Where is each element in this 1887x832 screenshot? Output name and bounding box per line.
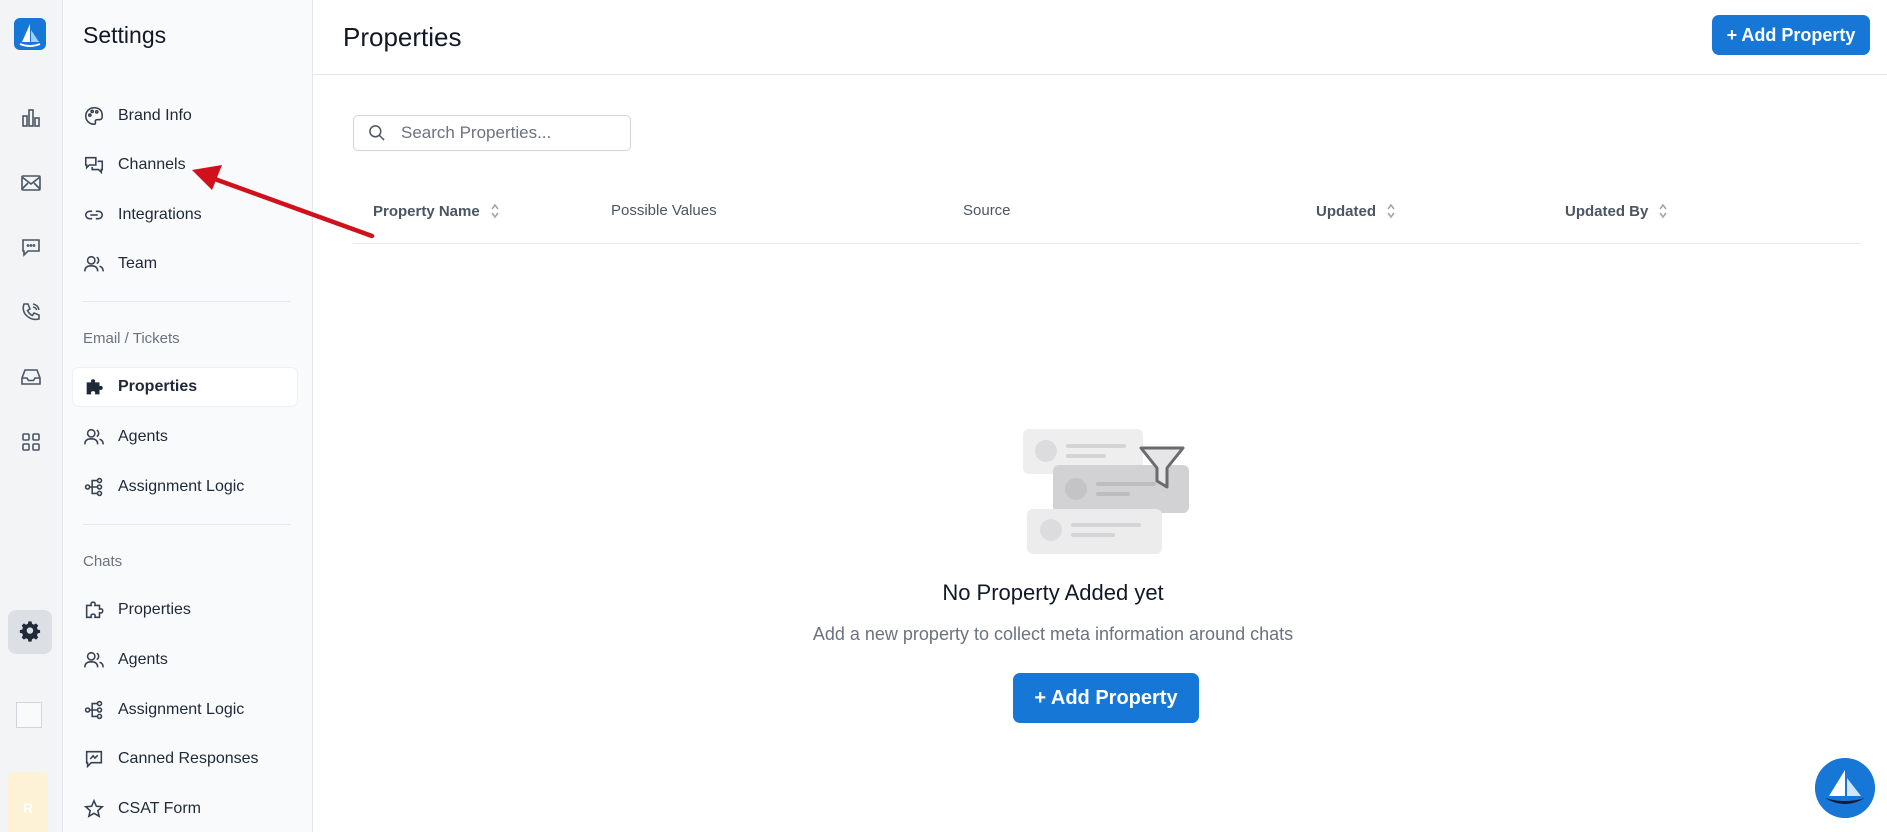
column-label: Property Name: [373, 202, 480, 220]
analytics-icon[interactable]: [16, 103, 46, 133]
sidebar-item-channels[interactable]: Channels: [73, 146, 297, 184]
column-header-possible-values: Possible Values: [611, 202, 717, 219]
phone-icon[interactable]: [16, 297, 46, 327]
app-logo-icon[interactable]: [14, 18, 46, 50]
palette-icon: [85, 106, 104, 126]
flow-icon: [84, 477, 103, 497]
sidebar-divider: [83, 301, 291, 302]
empty-state-title: No Property Added yet: [942, 580, 1164, 605]
sort-icon[interactable]: [1386, 202, 1396, 220]
chat-icon[interactable]: [16, 232, 46, 262]
add-property-button[interactable]: + Add Property: [1712, 15, 1870, 55]
sidebar-item-csat-form[interactable]: CSAT Form: [73, 790, 297, 828]
sidebar-item-label: Canned Responses: [118, 750, 259, 767]
sidebar-item-label: Assignment Logic: [118, 478, 245, 495]
support-chat-launcher[interactable]: [1815, 758, 1875, 818]
section-email-tickets: Email / Tickets: [83, 330, 180, 347]
sidebar-item-label: Agents: [118, 428, 168, 445]
sidebar-item-label: Properties: [118, 601, 191, 618]
link-icon: [84, 210, 104, 220]
sailboat-logo-icon: [1815, 758, 1875, 818]
sidebar-item-label: CSAT Form: [118, 800, 201, 817]
column-label: Source: [963, 202, 1011, 219]
sidebar-item-label: Channels: [118, 156, 186, 173]
sidebar-item-label: Agents: [118, 651, 168, 668]
avatar-initial: R: [22, 800, 34, 816]
main-content: Properties + Add Property Property Name …: [313, 0, 1887, 832]
column-header-property-name[interactable]: Property Name: [373, 202, 500, 220]
add-property-empty-button[interactable]: + Add Property: [1013, 673, 1199, 723]
sort-icon[interactable]: [1658, 202, 1668, 220]
column-label: Possible Values: [611, 202, 717, 219]
canned-response-icon: [85, 750, 103, 769]
sidebar-item-email-properties[interactable]: Properties: [73, 368, 297, 406]
sidebar-divider: [83, 524, 291, 525]
user-avatar[interactable]: R: [8, 772, 48, 832]
column-label: Updated By: [1565, 202, 1649, 220]
page-title: Properties: [343, 22, 462, 52]
apps-grid-icon[interactable]: [16, 427, 46, 457]
sidebar-item-team[interactable]: Team: [73, 245, 297, 283]
column-header-updated[interactable]: Updated: [1316, 202, 1396, 220]
section-chats: Chats: [83, 553, 123, 570]
sidebar-item-email-assignment-logic[interactable]: Assignment Logic: [73, 468, 297, 506]
sidebar-title: Settings: [83, 22, 167, 48]
inbox-icon[interactable]: [16, 362, 46, 392]
users-icon: [84, 255, 104, 272]
sidebar-item-canned-responses[interactable]: Canned Responses: [73, 740, 297, 778]
search-input[interactable]: [401, 123, 611, 143]
sidebar-item-label: Team: [118, 255, 158, 272]
column-header-source: Source: [963, 202, 1011, 219]
sidebar-item-chat-agents[interactable]: Agents: [73, 641, 297, 679]
users-icon: [84, 651, 104, 668]
column-label: Updated: [1316, 202, 1376, 220]
page-header: Properties + Add Property: [313, 0, 1887, 75]
email-icon[interactable]: [16, 168, 46, 198]
settings-sidebar: Settings Brand Info Channels Integration…: [63, 0, 313, 832]
table-header: Property Name Possible Values Source Upd…: [353, 190, 1860, 244]
puzzle-icon: [86, 379, 103, 395]
search-box[interactable]: [353, 115, 631, 151]
sidebar-item-integrations[interactable]: Integrations: [73, 196, 297, 234]
users-icon: [84, 428, 104, 445]
sidebar-item-chat-properties[interactable]: Properties: [73, 591, 297, 629]
sidebar-item-brand-info[interactable]: Brand Info: [73, 97, 297, 135]
flow-icon: [84, 700, 103, 720]
puzzle-icon: [85, 601, 104, 619]
settings-gear-icon[interactable]: [8, 610, 52, 654]
search-icon: [369, 125, 385, 141]
empty-state-illustration-icon: [1023, 429, 1189, 554]
empty-state-description: Add a new property to collect meta infor…: [812, 624, 1294, 644]
sidebar-item-label: Assignment Logic: [118, 701, 245, 718]
sidebar-item-label: Integrations: [118, 206, 202, 223]
sidebar-item-chat-assignment-logic[interactable]: Assignment Logic: [73, 691, 297, 729]
sidebar-item-email-agents[interactable]: Agents: [73, 418, 297, 456]
workspace-square-icon[interactable]: [16, 702, 42, 728]
sidebar-item-label: Properties: [118, 378, 198, 395]
chat-bubbles-icon: [84, 156, 104, 175]
column-header-updated-by[interactable]: Updated By: [1565, 202, 1668, 220]
icon-rail: R: [0, 0, 63, 832]
sidebar-item-label: Brand Info: [118, 107, 192, 124]
sort-icon[interactable]: [490, 202, 500, 220]
star-icon: [83, 798, 105, 818]
